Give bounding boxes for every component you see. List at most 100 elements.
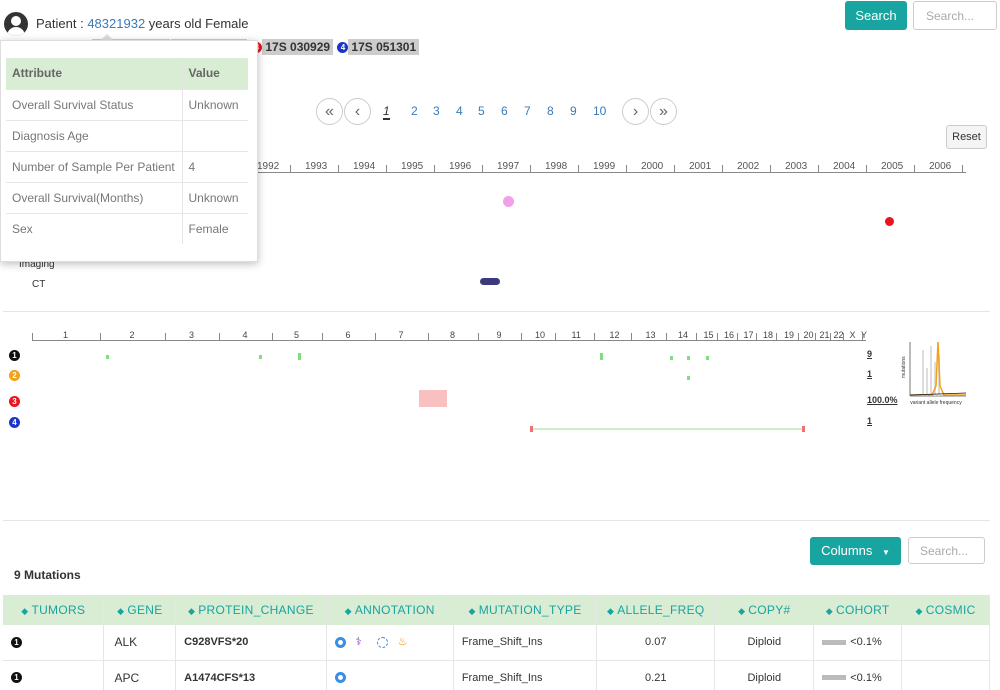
protein-change-cell[interactable]: A1474CFS*13 [175,660,327,690]
sample-2-value-link[interactable]: 1 [867,369,872,379]
oncokb-icon[interactable] [334,636,346,648]
year-tick-label: 2002 [737,161,760,172]
mutations-axis-label: mutations [901,356,907,378]
next-page-button[interactable]: › [622,98,649,125]
search-button[interactable]: Search [845,1,907,30]
column-header-mutationtype[interactable]: ◆ MUTATION_TYPE [453,595,598,625]
table-row[interactable]: 1 APC A1474CFS*13 Frame_Shift_Ins 0.21 Diploi… [3,660,990,690]
vaf-histogram[interactable]: variant allele frequency mutations [896,338,970,410]
mutation-type-cell: Frame_Shift_Ins [453,625,598,661]
page-8-link[interactable]: 8 [547,104,554,118]
tumor-badge[interactable]: 1 [11,636,22,648]
chromosome-tick [666,333,667,341]
page-10-link[interactable]: 10 [593,104,606,118]
timeline-event-red[interactable] [885,217,894,226]
sort-icon: ◆ [344,606,352,616]
chromosome-label: 13 [645,330,656,340]
page-3-link[interactable]: 3 [433,104,440,118]
page-1-link[interactable]: 1 [383,104,390,120]
genome-sv-end [802,426,805,432]
protein-change-cell[interactable]: C928VFS*20 [175,625,327,661]
year-tick [914,165,915,173]
attribute-name: Overall Survival(Months) [6,181,182,213]
gene-cell[interactable]: ALK [103,625,177,661]
patient-attribute-popover: Attribute Value Overall Survival Status U… [0,40,258,262]
attribute-row: Overall Survival Status Unknown [6,88,248,120]
timeline-year-axis: 1992 1993 1994 1995 1996 1997 1998 1999 2000 2001… [250,161,966,173]
page-5-link[interactable]: 5 [478,104,485,118]
last-page-button[interactable]: » [650,98,677,125]
year-tick-label: 1994 [353,161,376,172]
year-tick [962,165,963,173]
columns-dropdown-button[interactable]: Columns ▼ [810,537,901,565]
sample-3-value-link[interactable]: 100.0% [867,395,898,405]
prev-page-button[interactable]: ‹ [344,98,371,125]
genome-mark [600,353,603,360]
attribute-row: Diagnosis Age [6,119,248,151]
sample-1-value-link[interactable]: 9 [867,349,872,359]
first-page-button[interactable]: « [316,98,343,125]
chromosome-label: 1 [63,330,69,340]
page-9-link[interactable]: 9 [570,104,577,118]
column-header-gene[interactable]: ◆ GENE [103,595,177,625]
value-header[interactable]: Value [181,58,248,89]
chromosome-tick [219,333,220,341]
column-header-allelefreq[interactable]: ◆ ALLELE_FREQ [596,595,716,625]
column-header-tumors[interactable]: ◆ TUMORS [3,595,105,625]
timeline-event-ct[interactable] [480,278,500,285]
column-header-label: COHORT [835,603,890,617]
mutation-type-cell: Frame_Shift_Ins [453,660,598,690]
sample-4-label[interactable]: 17S 051301 [348,39,420,55]
column-header-cosmic[interactable]: ◆ COSMIC [901,595,990,625]
chromosome-label: 16 [724,330,735,340]
table-row[interactable]: 1 ALK C928VFS*20 ⚕ ♨ Frame_Shift_Ins 0.07 Diplo… [3,625,990,661]
oncokb-icon[interactable] [334,672,346,684]
mutation-search-input[interactable]: Search... [908,537,985,564]
civic-icon[interactable]: ⚕ [356,636,367,648]
patient-search-input[interactable]: Search... [913,1,997,30]
patient-description: years old Female [148,16,249,31]
year-tick [434,165,435,173]
chromosome-tick [717,333,718,341]
page-7-link[interactable]: 7 [524,104,531,118]
year-tick [770,165,771,173]
year-tick [386,165,387,173]
chromosome-tick [756,333,757,341]
reset-zoom-button[interactable]: Reset [946,125,987,149]
page-2-link[interactable]: 2 [411,104,418,118]
chromosome-tick [798,333,799,341]
column-header-cohort[interactable]: ◆ COHORT [813,595,903,625]
my-cancer-genome-icon[interactable] [376,636,388,648]
attribute-value: Female [181,212,248,244]
sort-icon: ◆ [187,606,196,616]
chromosome-label: 6 [345,330,351,340]
chromosome-label: 10 [535,330,546,340]
tumor-badge[interactable]: 1 [11,672,22,684]
page-6-link[interactable]: 6 [501,104,508,118]
chromosome-tick [594,333,595,341]
gene-cell[interactable]: APC [103,660,177,690]
column-header-label: COPY# [748,603,791,617]
year-tick-label: 1997 [497,161,520,172]
year-tick-label: 1993 [305,161,328,172]
sample-4-value-link[interactable]: 1 [867,416,872,426]
hotspot-flame-icon[interactable]: ♨ [398,636,409,648]
chromosome-label: 3 [189,330,195,340]
chromosome-tick [737,333,738,341]
column-header-proteinchange[interactable]: ◆ PROTEIN_CHANGE [175,595,327,625]
sample-3-label[interactable]: 17S 030929 [262,39,334,55]
column-header-copy[interactable]: ◆ COPY# [714,595,815,625]
chromosome-label: X [849,330,856,340]
attribute-row: Number of Sample Per Patient 4 [6,150,248,182]
patient-id-link[interactable]: 48321932 [87,16,145,31]
chromosome-tick [32,333,33,341]
attribute-header[interactable]: Attribute [6,58,182,89]
column-header-label: MUTATION_TYPE [478,603,582,617]
mutation-table-header: ◆ TUMORS ◆ GENE ◆ PROTEIN_CHANGE ◆ ANNOTATION ◆ M… [3,595,990,625]
sample-4-badge: 4 [337,42,349,54]
timeline-event-pink[interactable] [503,196,514,207]
column-header-annotation[interactable]: ◆ ANNOTATION [326,595,454,625]
page-4-link[interactable]: 4 [456,104,463,118]
attribute-value: 4 [181,150,248,182]
patient-label: Patient : [36,16,84,31]
